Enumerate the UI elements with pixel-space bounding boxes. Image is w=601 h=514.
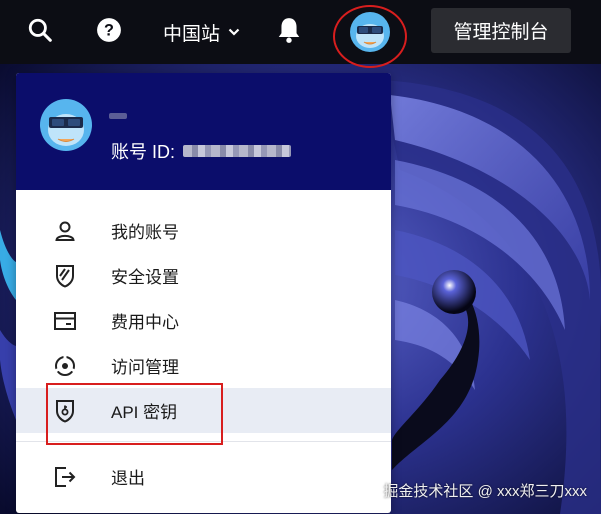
help-icon[interactable]: ? xyxy=(95,16,123,44)
menu-item-billing[interactable]: 费用中心 xyxy=(16,298,391,343)
menu-item-label: 我的账号 xyxy=(111,223,179,242)
menu-item-api-keys[interactable]: API 密钥 xyxy=(16,388,391,433)
menu-item-label: 访问管理 xyxy=(111,358,179,377)
menu-divider xyxy=(16,441,391,442)
menu-item-my-account[interactable]: 我的账号 xyxy=(16,208,391,253)
account-id-row: 账号 ID: xyxy=(111,139,292,163)
user-icon xyxy=(53,219,77,243)
account-dropdown: 账号 ID: 我的账号 安全设置 费用中心 访问管理 API 密钥 退出 xyxy=(16,73,391,513)
menu-item-access-management[interactable]: 访问管理 xyxy=(16,343,391,388)
chevron-down-icon xyxy=(228,28,240,36)
bell-icon[interactable] xyxy=(275,16,303,44)
avatar-icon xyxy=(40,99,92,151)
logout-icon xyxy=(53,465,77,489)
menu-item-label: API 密钥 xyxy=(111,403,178,422)
key-badge-icon xyxy=(53,399,77,423)
avatar-icon xyxy=(350,12,390,52)
account-id-label: 账号 ID: xyxy=(111,142,176,162)
menu-item-label: 退出 xyxy=(111,469,145,488)
menu-item-logout[interactable]: 退出 xyxy=(16,454,391,499)
menu-item-label: 费用中心 xyxy=(111,313,179,332)
management-console-button[interactable]: 管理控制台 xyxy=(431,8,571,53)
page-root: ? 中国站 管理控制台 账号 ID: 我的账号 安全设置 费用中心 访问管理 A… xyxy=(0,0,601,514)
watermark: 掘金技术社区 @ xxx郑三刀xxx xyxy=(383,483,587,500)
top-navigation-bar: ? 中国站 管理控制台 xyxy=(0,0,601,68)
username-redacted xyxy=(109,113,127,119)
billing-icon xyxy=(53,309,77,333)
search-icon[interactable] xyxy=(26,16,54,44)
menu-item-security[interactable]: 安全设置 xyxy=(16,253,391,298)
region-label: 中国站 xyxy=(163,23,221,45)
account-id-redacted xyxy=(183,145,292,157)
user-avatar-button[interactable] xyxy=(350,12,390,52)
account-header: 账号 ID: xyxy=(16,73,391,190)
shield-icon xyxy=(53,264,77,288)
menu-item-label: 安全设置 xyxy=(111,268,179,287)
svg-text:?: ? xyxy=(104,21,114,39)
access-icon xyxy=(53,354,77,378)
region-selector[interactable]: 中国站 xyxy=(163,18,240,46)
